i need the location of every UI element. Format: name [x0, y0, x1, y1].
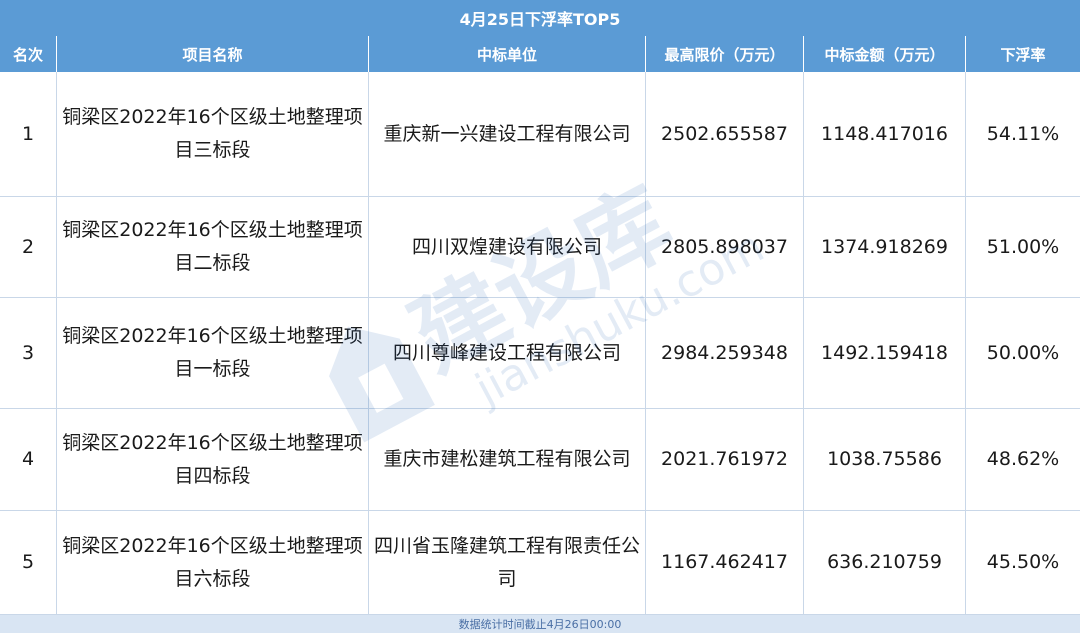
table-header-row: 名次 项目名称 中标单位 最高限价（万元） 中标金额（万元） 下浮率 [0, 36, 1080, 72]
table-row: 1 铜梁区2022年16个区级土地整理项目三标段 重庆新一兴建设工程有限公司 2… [0, 72, 1080, 197]
max-price-cell: 1167.462417 [646, 511, 804, 615]
table-title: 4月25日下浮率TOP5 [0, 0, 1080, 37]
bid-amount-cell: 1148.417016 [804, 72, 966, 197]
table-row: 4 铜梁区2022年16个区级土地整理项目四标段 重庆市建松建筑工程有限公司 2… [0, 409, 1080, 511]
table-row: 3 铜梁区2022年16个区级土地整理项目一标段 四川尊峰建设工程有限公司 29… [0, 298, 1080, 409]
header-bid-amount: 中标金额（万元） [804, 36, 966, 72]
discount-rate-cell: 45.50% [966, 511, 1080, 615]
discount-rate-cell: 54.11% [966, 72, 1080, 197]
project-name-cell: 铜梁区2022年16个区级土地整理项目一标段 [57, 298, 369, 409]
max-price-cell: 2984.259348 [646, 298, 804, 409]
winning-company-cell: 重庆市建松建筑工程有限公司 [369, 409, 646, 511]
max-price-cell: 2502.655587 [646, 72, 804, 197]
bid-amount-cell: 1038.75586 [804, 409, 966, 511]
rank-cell: 4 [0, 409, 57, 511]
rank-cell: 3 [0, 298, 57, 409]
discount-rate-cell: 50.00% [966, 298, 1080, 409]
discount-rate-cell: 51.00% [966, 197, 1080, 298]
header-winning-company: 中标单位 [369, 36, 646, 72]
winning-company-cell: 四川省玉隆建筑工程有限责任公司 [369, 511, 646, 615]
rank-cell: 5 [0, 511, 57, 615]
project-name-cell: 铜梁区2022年16个区级土地整理项目四标段 [57, 409, 369, 511]
bid-amount-cell: 1492.159418 [804, 298, 966, 409]
header-project-name: 项目名称 [57, 36, 369, 72]
max-price-cell: 2805.898037 [646, 197, 804, 298]
header-rank: 名次 [0, 36, 57, 72]
project-name-cell: 铜梁区2022年16个区级土地整理项目六标段 [57, 511, 369, 615]
data-timestamp-footer: 数据统计时间截止4月26日00:00 [0, 615, 1080, 633]
discount-rate-cell: 48.62% [966, 409, 1080, 511]
table-row: 5 铜梁区2022年16个区级土地整理项目六标段 四川省玉隆建筑工程有限责任公司… [0, 511, 1080, 615]
project-name-cell: 铜梁区2022年16个区级土地整理项目三标段 [57, 72, 369, 197]
rank-cell: 1 [0, 72, 57, 197]
bid-amount-cell: 636.210759 [804, 511, 966, 615]
project-name-cell: 铜梁区2022年16个区级土地整理项目二标段 [57, 197, 369, 298]
header-discount-rate: 下浮率 [1000, 45, 1046, 64]
max-price-cell: 2021.761972 [646, 409, 804, 511]
winning-company-cell: 重庆新一兴建设工程有限公司 [369, 72, 646, 197]
header-max-price: 最高限价（万元） [646, 36, 804, 72]
rank-cell: 2 [0, 197, 57, 298]
winning-company-cell: 四川尊峰建设工程有限公司 [369, 298, 646, 409]
winning-company-cell: 四川双煌建设有限公司 [369, 197, 646, 298]
ranking-table: 4月25日下浮率TOP5 名次 项目名称 中标单位 最高限价（万元） 中标金额（… [0, 0, 1080, 633]
bid-amount-cell: 1374.918269 [804, 197, 966, 298]
table-row: 2 铜梁区2022年16个区级土地整理项目二标段 四川双煌建设有限公司 2805… [0, 197, 1080, 298]
